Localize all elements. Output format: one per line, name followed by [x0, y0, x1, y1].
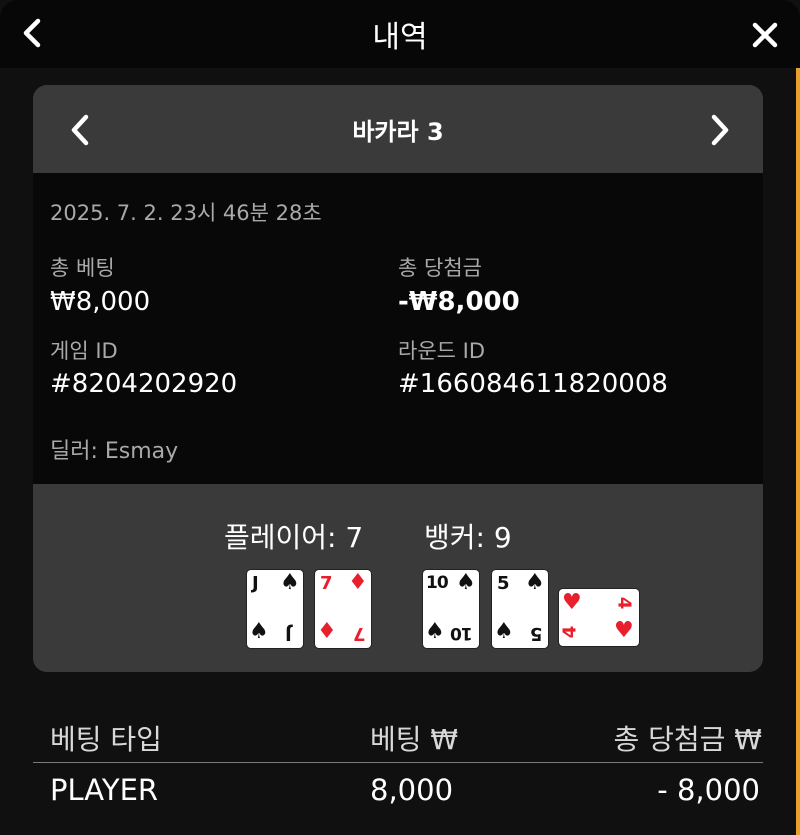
card-rank: 4 — [559, 625, 581, 639]
round-id-value: #166084611820008 — [398, 369, 668, 399]
total-bet-label: 총 베팅 — [50, 256, 115, 280]
card-rank: 7 — [353, 623, 366, 644]
round-navigator: 바카라 3 — [33, 85, 763, 173]
page-title: 내역 — [372, 20, 428, 55]
card-rank: 10 — [426, 573, 449, 593]
playing-card: 5 ♠ ♠ 5 — [492, 570, 548, 648]
card-rank: 4 — [613, 596, 635, 610]
total-bet-value: ₩8,000 — [50, 287, 151, 317]
heart-icon: ♥ — [562, 590, 582, 615]
spade-icon: ♠ — [425, 619, 445, 644]
round-result: 플레이어: 7 뱅커: 9 J ♠ ♠ J 7 ♦ ♦ 7 10 ♠ ♠ 10 … — [33, 484, 763, 672]
playing-card: J ♠ ♠ J — [247, 570, 303, 648]
column-bet-type: 베팅 타입 — [50, 723, 162, 756]
scrollbar-accent — [796, 68, 800, 835]
table-divider — [33, 762, 763, 763]
round-id-label: 라운드 ID — [398, 339, 485, 363]
close-icon[interactable] — [748, 18, 782, 56]
round-info: 2025. 7. 2. 23시 46분 28초 총 베팅 ₩8,000 총 당첨… — [33, 173, 763, 484]
row-total-win: - 8,000 — [657, 773, 760, 807]
card-rank: J — [285, 623, 292, 644]
round-datetime: 2025. 7. 2. 23시 46분 28초 — [50, 201, 322, 225]
row-bet-type: PLAYER — [50, 773, 159, 807]
diamond-icon: ♦ — [317, 619, 337, 644]
spade-icon: ♠ — [494, 619, 514, 644]
playing-card: 7 ♦ ♦ 7 — [315, 570, 371, 648]
dealer-name: 딜러: Esmay — [50, 439, 179, 464]
card-rank: 5 — [497, 573, 510, 594]
game-id-value: #8204202920 — [50, 369, 238, 399]
diamond-icon: ♦ — [348, 570, 368, 595]
spade-icon: ♠ — [249, 619, 269, 644]
spade-icon: ♠ — [280, 570, 300, 595]
round-detail-card: 바카라 3 2025. 7. 2. 23시 46분 28초 총 베팅 ₩8,00… — [33, 85, 763, 672]
row-bet-amount: 8,000 — [370, 773, 454, 807]
card-rank: 7 — [320, 573, 333, 594]
total-win-value: -₩8,000 — [398, 287, 520, 317]
total-win-label: 총 당첨금 — [398, 256, 482, 280]
card-rank: J — [252, 573, 259, 594]
spade-icon: ♠ — [525, 570, 545, 595]
card-rank: 5 — [530, 623, 543, 644]
playing-card: 10 ♠ ♠ 10 — [423, 570, 479, 648]
heart-icon: ♥ — [614, 618, 634, 643]
banker-score: 뱅커: 9 — [424, 521, 512, 554]
game-title: 바카라 3 — [352, 118, 444, 146]
playing-card: ♥ 4 4 ♥ — [559, 589, 639, 646]
header: 내역 — [0, 0, 800, 68]
spade-icon: ♠ — [456, 570, 476, 595]
next-round-icon[interactable] — [707, 113, 733, 151]
game-id-label: 게임 ID — [50, 339, 118, 363]
column-bet-amount: 베팅 ₩ — [370, 723, 459, 756]
card-rank: 10 — [451, 623, 473, 643]
player-score: 플레이어: 7 — [224, 521, 364, 554]
column-total-win: 총 당첨금 ₩ — [613, 723, 762, 756]
